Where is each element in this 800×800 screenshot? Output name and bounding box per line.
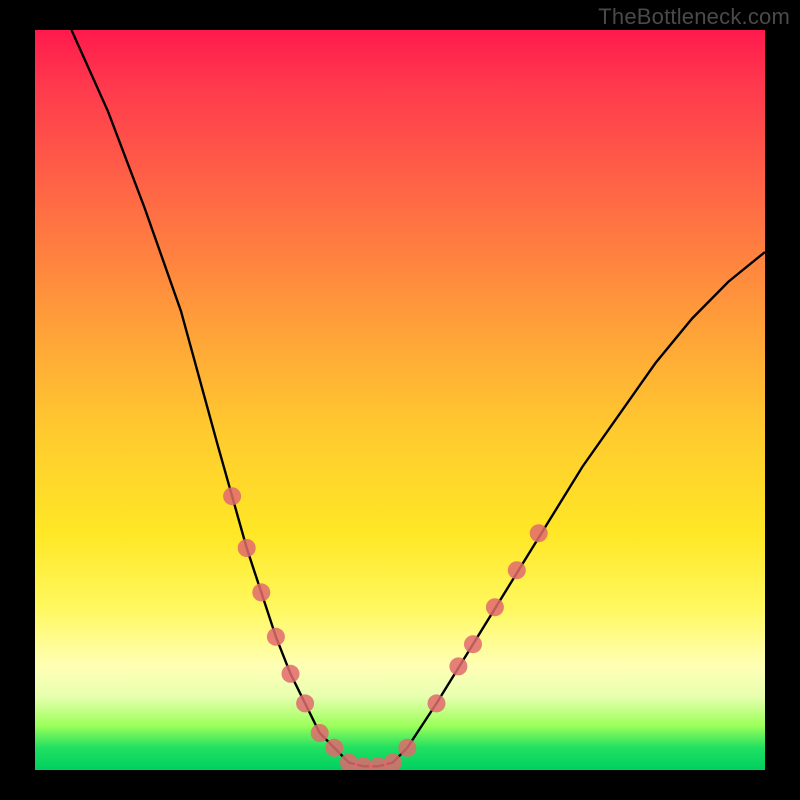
marker-dot xyxy=(486,598,504,616)
bottleneck-curve xyxy=(72,30,766,766)
curve-path-group xyxy=(72,30,766,766)
marker-dot xyxy=(449,657,467,675)
marker-dot xyxy=(296,694,314,712)
marker-dot xyxy=(325,739,343,757)
marker-group xyxy=(223,487,548,770)
marker-dot xyxy=(398,739,416,757)
marker-dot xyxy=(428,694,446,712)
marker-dot xyxy=(530,524,548,542)
marker-dot xyxy=(238,539,256,557)
watermark-text: TheBottleneck.com xyxy=(598,4,790,30)
marker-dot xyxy=(252,583,270,601)
plot-area xyxy=(35,30,765,770)
chart-frame: TheBottleneck.com xyxy=(0,0,800,800)
marker-dot xyxy=(267,628,285,646)
marker-dot xyxy=(282,665,300,683)
marker-dot xyxy=(464,635,482,653)
marker-dot xyxy=(311,724,329,742)
marker-dot xyxy=(508,561,526,579)
marker-dot xyxy=(223,487,241,505)
curve-svg xyxy=(35,30,765,770)
